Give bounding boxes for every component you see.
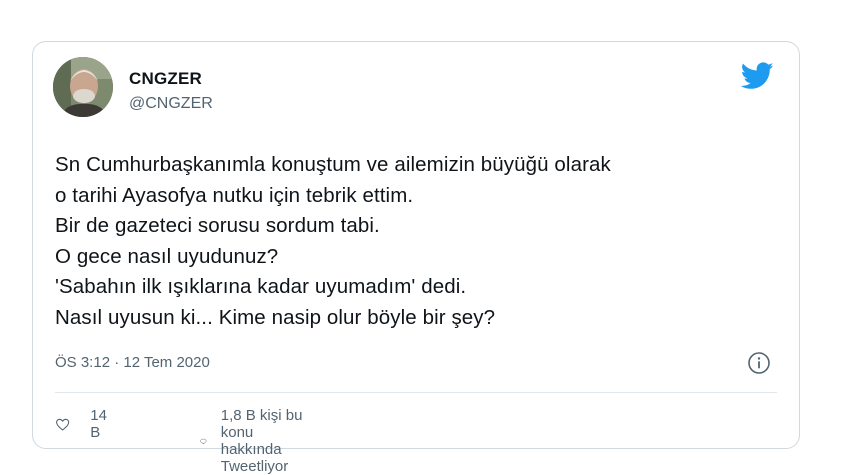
author-name[interactable]: CNGZER: [129, 69, 202, 89]
reply-bubble-icon: [200, 438, 207, 444]
reply-button[interactable]: 1,8 B kişi bu konu hakkında Tweetliyor: [200, 407, 303, 475]
author-handle[interactable]: @CNGZER: [129, 95, 213, 113]
tweet-card[interactable]: CNGZER @CNGZER Sn Cumhurbaşkanımla konuş…: [32, 41, 800, 475]
avatar[interactable]: [53, 57, 113, 117]
tweet-text: Sn Cumhurbaşkanımla konuştum ve ailemizi…: [55, 150, 775, 333]
info-icon[interactable]: [747, 351, 771, 375]
like-button[interactable]: 14 B: [55, 407, 113, 441]
like-count: 14 B: [90, 407, 107, 441]
divider: [55, 392, 777, 393]
replies-text: 1,8 B kişi bu konu hakkında Tweetliyor: [220, 407, 303, 475]
tweet-text-line: Bir de gazeteci sorusu sordum tabi.: [55, 214, 380, 237]
tweet-text-line: Sn Cumhurbaşkanımla konuştum ve ailemizi…: [55, 153, 611, 176]
tweet-text-line: O gece nasıl uyudunuz?: [55, 244, 279, 268]
heart-icon: [56, 418, 70, 430]
tweet-text-line: 'Sabahın ilk ışıklarına kadar uyumadım' …: [55, 275, 467, 298]
tweet-text-line: Nasıl uyusun ki... Kime nasip olur böyle…: [55, 305, 496, 329]
tweet-text-line: o tarihi Ayasofya nutku için tebrik etti…: [55, 183, 414, 207]
tweet-timestamp[interactable]: ÖS 3:12 · 12 Tem 2020: [55, 354, 210, 371]
twitter-bird-icon[interactable]: [741, 62, 774, 90]
